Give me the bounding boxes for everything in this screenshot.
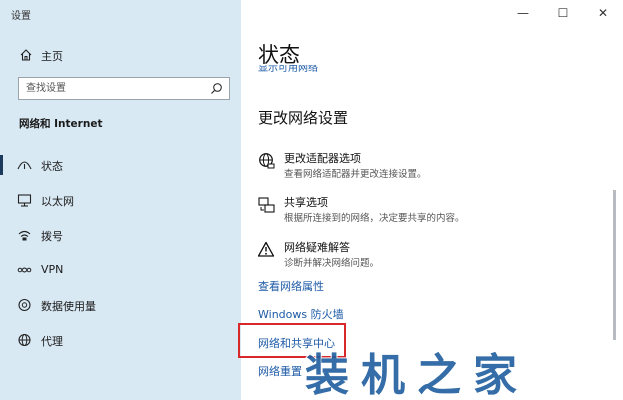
sidebar-item-vpn[interactable]: VPN — [0, 258, 241, 282]
status-icon — [17, 158, 32, 172]
show-networks-link[interactable]: 显示可用网络 — [258, 65, 318, 75]
adapter-globe-icon — [258, 152, 276, 170]
search-icon[interactable] — [210, 82, 223, 95]
sidebar-item-label: 状态 — [41, 160, 63, 173]
vpn-icon — [17, 263, 32, 277]
proxy-icon — [17, 333, 32, 347]
watermark-text: 装机之家 — [304, 350, 529, 400]
option-description: 诊断并解决网络问题。 — [284, 258, 380, 269]
sidebar-item-label: 拨号 — [41, 230, 63, 243]
dialup-icon — [17, 228, 32, 242]
option-title: 共享选项 — [284, 196, 328, 209]
windows-firewall-link[interactable]: Windows 防火墙 — [258, 306, 344, 322]
sidebar-item-data-usage[interactable]: 数据使用量 — [0, 293, 241, 317]
option-description: 根据所连接到的网络，决定要共享的内容。 — [284, 213, 465, 224]
sharing-icon — [258, 196, 276, 214]
sidebar-item-ethernet[interactable]: 以太网 — [0, 188, 241, 212]
network-reset-link[interactable]: 网络重置 — [258, 363, 302, 379]
sidebar-item-status[interactable]: 状态 — [0, 153, 241, 177]
search-input[interactable] — [19, 78, 199, 99]
search-box — [18, 77, 230, 100]
scrollbar[interactable] — [613, 190, 616, 340]
view-network-properties-link[interactable]: 查看网络属性 — [258, 278, 324, 294]
window-title: 设置 — [11, 11, 31, 22]
sidebar-item-label: 主页 — [41, 50, 63, 63]
ethernet-icon — [17, 193, 32, 207]
sidebar-item-proxy[interactable]: 代理 — [0, 328, 241, 352]
home-icon — [19, 48, 33, 62]
option-title: 更改适配器选项 — [284, 152, 361, 165]
option-description: 查看网络适配器并更改连接设置。 — [284, 169, 427, 180]
data-usage-icon — [17, 298, 32, 312]
minimize-button[interactable]: — — [503, 0, 543, 26]
troubleshoot-item[interactable]: 网络疑难解答 诊断并解决网络问题。 — [257, 239, 588, 269]
maximize-button[interactable]: ☐ — [543, 0, 583, 26]
sidebar-item-label: 代理 — [41, 335, 63, 348]
sidebar: 设置 主页 网络和 Internet 状态 以太网 拨号 VP — [0, 0, 241, 400]
window-controls: — ☐ ✕ — [503, 0, 623, 26]
option-title: 网络疑难解答 — [284, 241, 350, 254]
warning-icon — [257, 241, 276, 259]
sidebar-item-label: 数据使用量 — [41, 300, 96, 313]
close-button[interactable]: ✕ — [583, 0, 623, 26]
section-heading: 更改网络设置 — [258, 109, 349, 127]
sidebar-item-home[interactable]: 主页 — [0, 45, 241, 65]
adapter-options-item[interactable]: 更改适配器选项 查看网络适配器并更改连接设置。 — [258, 150, 588, 180]
sidebar-item-dialup[interactable]: 拨号 — [0, 223, 241, 247]
sharing-options-item[interactable]: 共享选项 根据所连接到的网络，决定要共享的内容。 — [258, 194, 588, 224]
sidebar-item-label: VPN — [41, 263, 64, 276]
sidebar-item-label: 以太网 — [41, 195, 74, 208]
section-title: 网络和 Internet — [19, 118, 103, 130]
